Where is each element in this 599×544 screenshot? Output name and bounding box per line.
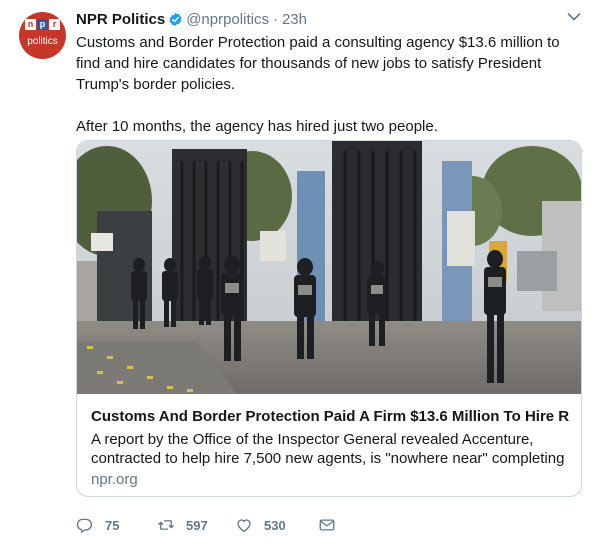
link-card[interactable]: Customs And Border Protection Paid A Fir… [76,140,582,497]
tweet-header: NPR Politics @nprpolitics · 23h [76,9,307,29]
reply-button[interactable]: 75 [76,516,119,534]
like-button[interactable]: 530 [235,516,286,534]
card-domain: npr.org [91,471,138,488]
logo-letter-n: n [25,19,36,30]
border-agents-at-gate-photo[interactable] [77,141,581,394]
logo-word: politics [27,36,58,47]
retweet-count: 597 [186,517,208,533]
direct-message-button[interactable] [318,516,336,534]
card-description: A report by the Office of the Inspector … [91,430,569,468]
card-description-line: A report by the Office of the Inspector … [91,431,534,448]
tweet-timestamp[interactable]: 23h [282,11,307,28]
author-handle[interactable]: @nprpolitics [186,11,269,28]
author-name[interactable]: NPR Politics [76,11,165,28]
card-description-line: contracted to help hire 7,500 new agents… [91,450,569,467]
reply-count: 75 [105,517,120,533]
direct-message-icon [319,519,335,531]
retweet-button[interactable]: 597 [157,516,208,534]
like-count: 530 [264,517,286,533]
chevron-down-icon[interactable] [567,12,581,22]
separator-dot: · [272,10,278,28]
verified-icon [169,12,182,26]
tweet-text: Customs and Border Protection paid a con… [76,32,576,137]
logo-letter-p: p [37,19,48,30]
avatar[interactable]: n p r politics [19,12,66,59]
tweet-paragraph: After 10 months, the agency has hired ju… [76,118,438,135]
card-title[interactable]: Customs And Border Protection Paid A Fir… [91,407,569,427]
like-icon [237,519,251,533]
reply-icon [76,518,92,533]
tweet-paragraph: Customs and Border Protection paid a con… [76,34,560,93]
logo-letter-r: r [49,19,60,30]
npr-logo: n p r [25,19,60,30]
retweet-icon [158,520,174,530]
tweet[interactable]: n p r politics NPR Politics @nprpolitics… [0,0,599,544]
